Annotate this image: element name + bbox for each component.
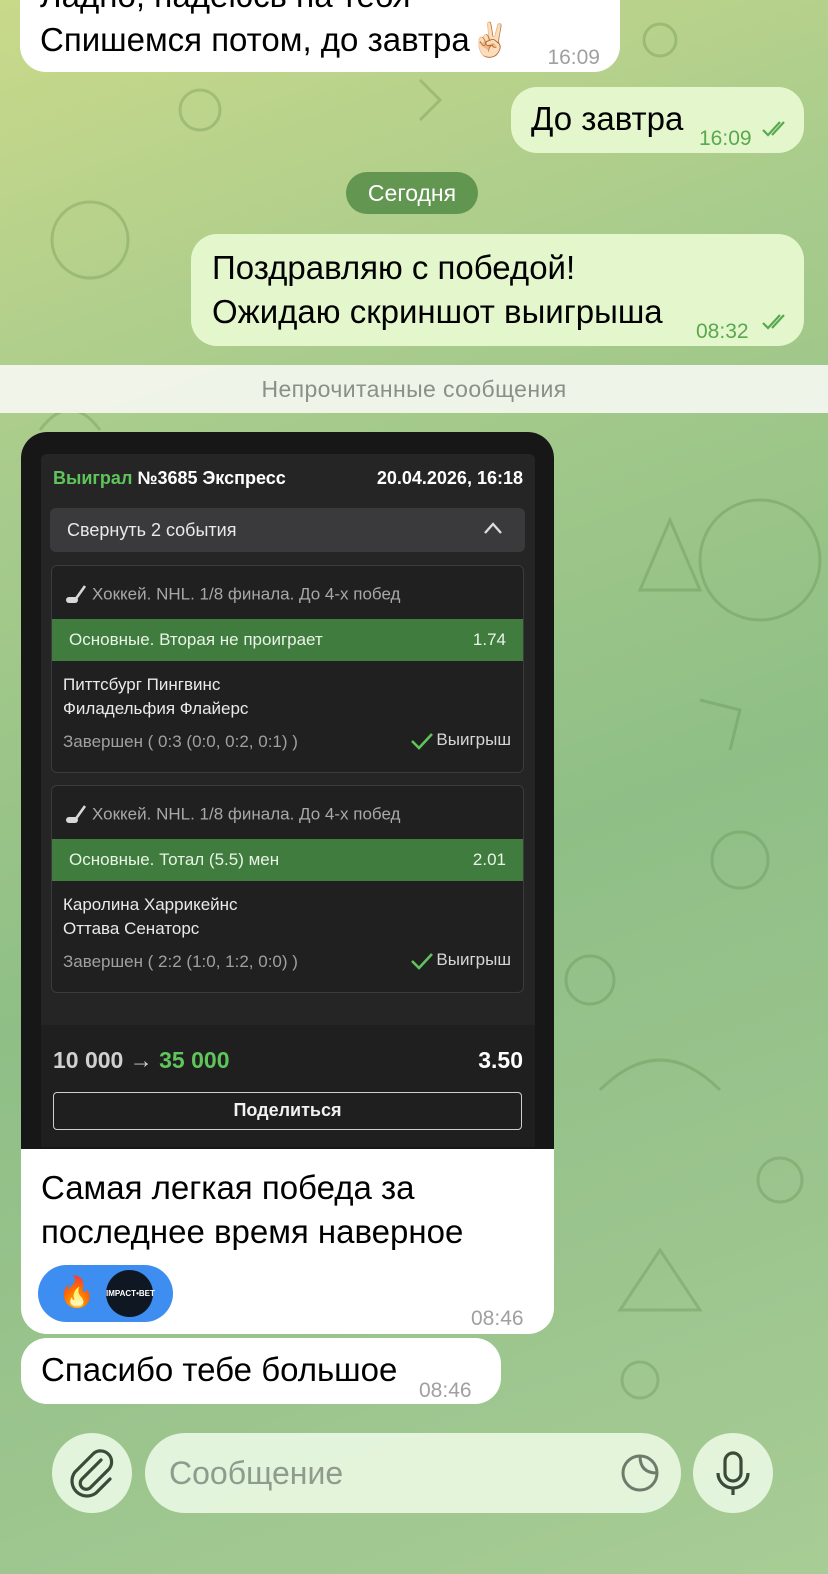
event-status: Завершен ( 2:2 (1:0, 1:2, 0:0) ) [63, 952, 298, 971]
collapse-events-button[interactable]: Свернуть 2 события [50, 508, 525, 552]
sticker-icon[interactable] [620, 1453, 660, 1493]
event-sport: Хоккей. NHL. 1/8 финала. До 4-х побед [64, 584, 400, 606]
arrow-icon: → [129, 1047, 153, 1073]
event-team2: Филадельфия Флайерс [63, 699, 249, 718]
message-text: Спасибо тебе большое [41, 1351, 398, 1388]
event-pick: Основные. Тотал (5.5) мен 2.01 [52, 839, 523, 881]
caption-line2: последнее время наверное [41, 1213, 464, 1250]
event-pick: Основные. Вторая не проиграет 1.74 [52, 619, 523, 661]
victory-hand-emoji: ✌🏻 [469, 21, 511, 58]
event-status: Завершен ( 0:3 (0:0, 0:2, 0:1) ) [63, 732, 298, 751]
event-odd: 1.74 [472, 630, 506, 649]
message-time: 08:46 [471, 1307, 524, 1330]
message-text-partial: Ладно, надеюсь на тебя [40, 0, 411, 18]
bet-event-1: Хоккей. NHL. 1/8 финала. До 4-х побед Ос… [51, 565, 524, 773]
message-text-line2: Ожидаю скриншот выигрыша [212, 293, 663, 330]
message-time: 16:09 [547, 46, 600, 69]
share-button[interactable]: Поделиться [53, 1092, 522, 1130]
read-checkmarks-icon [762, 314, 785, 330]
event-team1: Питтсбург Пингвинс [63, 675, 221, 694]
collapse-label: Свернуть 2 события [67, 520, 237, 540]
bet-status: Выиграл [53, 468, 133, 488]
bet-slip-card: Выиграл №3685 Экспресс 20.04.2026, 16:18… [41, 454, 535, 1147]
message-time: 08:46 [419, 1379, 472, 1402]
event-odd: 2.01 [472, 850, 506, 869]
voice-message-button[interactable] [693, 1433, 773, 1513]
bet-datetime: 20.04.2026, 16:18 [376, 468, 523, 488]
bet-stake: 10 000 [53, 1047, 124, 1073]
message-outgoing-2[interactable]: Поздравляю с победой! Ожидаю скриншот вы… [191, 234, 804, 346]
caption-line1: Самая легкая победа за [41, 1169, 415, 1206]
bet-slip-screenshot[interactable]: Выиграл №3685 Экспресс 20.04.2026, 16:18… [21, 432, 554, 1149]
fire-reaction-emoji: 🔥 [58, 1276, 96, 1309]
paperclip-icon [70, 1449, 114, 1498]
bet-total-odd: 3.50 [478, 1047, 523, 1073]
event-result: Выигрыш [410, 950, 511, 971]
event-team2: Оттава Сенаторс [63, 919, 200, 938]
message-incoming-1[interactable]: Ладно, надеюсь на тебя Спишемся потом, д… [20, 0, 620, 72]
event-result: Выигрыш [410, 730, 511, 751]
message-time: 08:32 [696, 320, 749, 343]
chevron-up-icon [484, 522, 502, 534]
event-sport: Хоккей. NHL. 1/8 финала. До 4-х побед [64, 804, 400, 826]
attach-button[interactable] [52, 1433, 132, 1513]
bet-event-2: Хоккей. NHL. 1/8 финала. До 4-х побед Ос… [51, 785, 524, 993]
unread-messages-separator: Непрочитанные сообщения [0, 365, 828, 413]
bet-header: Выиграл №3685 Экспресс 20.04.2026, 16:18 [53, 468, 523, 496]
event-team1: Каролина Харрикейнс [63, 895, 238, 914]
check-icon [411, 952, 434, 970]
hockey-stick-icon [66, 805, 87, 823]
reactor-avatar: IMPACT•BET [106, 1270, 155, 1317]
message-text-line1: Поздравляю с победой! [212, 249, 576, 286]
message-time: 16:09 [699, 127, 752, 150]
bet-payout: 35 000 [159, 1047, 230, 1073]
message-text: Спишемся потом, до завтра✌🏻 [40, 21, 511, 58]
message-input[interactable] [145, 1433, 681, 1513]
read-checkmarks-icon [762, 121, 785, 137]
message-incoming-2[interactable]: Спасибо тебе большое 08:46 [21, 1338, 501, 1404]
message-outgoing-1[interactable]: До завтра 16:09 [511, 87, 804, 153]
microphone-icon [716, 1451, 750, 1495]
date-separator: Сегодня [346, 172, 478, 214]
message-reactions[interactable]: 🔥 IMPACT•BET [38, 1265, 173, 1322]
check-icon [411, 732, 434, 750]
message-text: До завтра [531, 100, 684, 137]
bet-number: №3685 Экспресс [137, 468, 286, 488]
hockey-stick-icon [66, 585, 87, 603]
bet-summary: 10 000 → 35 000 3.50 [53, 1047, 523, 1077]
